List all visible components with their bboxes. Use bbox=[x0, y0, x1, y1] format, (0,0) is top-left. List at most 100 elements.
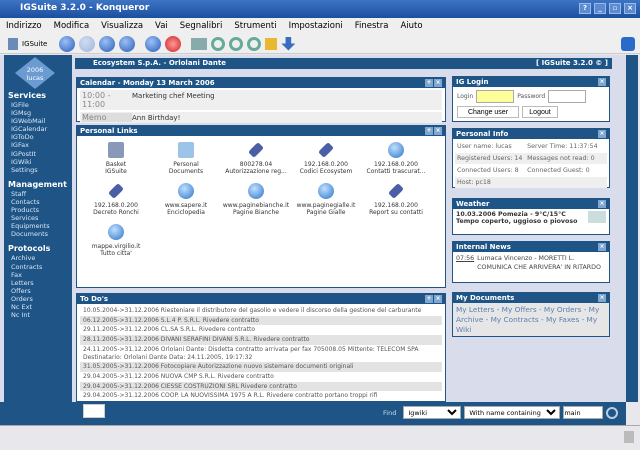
search-icon[interactable] bbox=[606, 406, 619, 419]
postit-icon[interactable] bbox=[83, 404, 105, 418]
menu-item-finestra[interactable]: Finestra bbox=[355, 21, 389, 31]
todo-item[interactable]: 10.05.2004->31.12.2006 Riesteniare il di… bbox=[80, 306, 442, 316]
todo-item[interactable]: 06.12.2005->31.12.2006 S.L.4 P. S.R.L. R… bbox=[80, 315, 442, 326]
sidebar-item-services[interactable]: Services bbox=[11, 214, 72, 222]
sidebar-item-igfile[interactable]: IGFile bbox=[11, 101, 72, 109]
login-input[interactable] bbox=[476, 90, 515, 103]
sidebar-item-settings[interactable]: Settings bbox=[11, 166, 72, 174]
personal-link[interactable]: www.sapere.it Enciclopedia bbox=[151, 183, 221, 216]
zoom-in-icon[interactable] bbox=[229, 36, 244, 51]
personal-link[interactable]: Personal Documents bbox=[151, 142, 221, 175]
logout-button[interactable]: Logout bbox=[522, 106, 558, 118]
todo-item[interactable]: 24.11.2005->31.12.2006 Orlolani Dante: D… bbox=[80, 345, 442, 362]
weather-cloudy-icon bbox=[588, 211, 606, 223]
personal-link[interactable]: Basket IGSuite bbox=[81, 142, 151, 175]
menu-item-strumenti[interactable]: Strumenti bbox=[234, 21, 276, 31]
reload-icon[interactable] bbox=[145, 35, 162, 52]
todo-item[interactable]: 31.05.2005->31.12.2006 Fotocopiare Autor… bbox=[80, 362, 442, 372]
close-icon[interactable]: × bbox=[598, 294, 606, 302]
minimize-button[interactable]: _ bbox=[594, 3, 606, 14]
sidebar-item-igmsg[interactable]: IGMsg bbox=[11, 109, 72, 117]
close-icon[interactable]: × bbox=[434, 79, 442, 87]
sidebar-item-nc-int[interactable]: Nc Int bbox=[11, 311, 72, 319]
sidebar-item-igcalendar[interactable]: IGCalendar bbox=[11, 125, 72, 133]
personal-link[interactable]: 192.168.0.200 Report su contatti bbox=[361, 183, 431, 216]
sidebar-item-igwiki[interactable]: IGWiki bbox=[11, 158, 72, 166]
personal-link[interactable]: www.paginegialle.it Pagine Gialle bbox=[291, 183, 361, 216]
todo-item[interactable]: 29.04.2005->31.12.2006 CIESSE COSTRUZION… bbox=[80, 381, 442, 392]
print-icon[interactable] bbox=[191, 37, 208, 50]
find-icon[interactable] bbox=[211, 36, 226, 51]
home-icon[interactable] bbox=[119, 35, 136, 52]
sidebar-item-products[interactable]: Products bbox=[11, 206, 72, 214]
sidebar-item-equipments[interactable]: Equipments bbox=[11, 222, 72, 230]
documents-links[interactable]: My Letters - My Offers - My Orders - My … bbox=[453, 303, 609, 337]
maximize-button[interactable]: ▫ bbox=[609, 3, 621, 14]
close-icon[interactable]: × bbox=[434, 127, 442, 135]
menu-item-modifica[interactable]: Modifica bbox=[54, 21, 90, 31]
close-icon[interactable]: × bbox=[598, 130, 606, 138]
sidebar-item-contracts[interactable]: Contracts bbox=[11, 263, 72, 271]
module-select[interactable]: Igwiki bbox=[403, 406, 462, 419]
sidebar-item-staff[interactable]: Staff bbox=[11, 190, 72, 198]
expand-icon[interactable]: + bbox=[425, 295, 433, 303]
zoom-out-icon[interactable] bbox=[247, 36, 262, 51]
sidebar-item-fax[interactable]: Fax bbox=[11, 271, 72, 279]
sidebar-item-orders[interactable]: Orders bbox=[11, 295, 72, 303]
todo-item[interactable]: 29.04.2005->31.12.2006 NUOVA CMP S.R.L. … bbox=[80, 372, 442, 382]
menu-item-impostazioni[interactable]: Impostazioni bbox=[289, 21, 343, 31]
help-button[interactable]: ? bbox=[579, 3, 591, 14]
weather-panel: Weather × 10.03.2006 Pomezia - 9°C/15°C T… bbox=[452, 198, 610, 235]
expand-icon[interactable]: + bbox=[425, 79, 433, 87]
todo-item[interactable]: 29.11.2005->31.12.2006 CL.SA S.R.L. Rive… bbox=[80, 325, 442, 335]
news-time[interactable]: 07:56 bbox=[456, 254, 474, 272]
stop-icon[interactable] bbox=[165, 35, 182, 52]
sidebar-item-archive[interactable]: Archive bbox=[11, 254, 72, 262]
menu-item-visualizza[interactable]: Visualizza bbox=[101, 21, 143, 31]
forward-icon[interactable] bbox=[79, 35, 96, 52]
download-icon[interactable] bbox=[281, 36, 296, 51]
mode-select[interactable]: With name containing bbox=[464, 406, 561, 419]
sidebar-item-offers[interactable]: Offers bbox=[11, 287, 72, 295]
expand-icon[interactable]: + bbox=[425, 127, 433, 135]
link-url: mappe.virgilio.it bbox=[91, 243, 141, 250]
password-input[interactable] bbox=[548, 90, 587, 103]
close-icon[interactable]: × bbox=[598, 78, 606, 86]
change-user-button[interactable]: Change user bbox=[457, 106, 519, 118]
sidebar: Services IGFile IGMsg IGWebMail IGCalendar IG… bbox=[4, 55, 72, 402]
sidebar-item-letters[interactable]: Letters bbox=[11, 279, 72, 287]
todo-item[interactable]: 29.04.2005->31.12.2006 COOP. LA NUOVISSI… bbox=[80, 391, 442, 401]
event-title[interactable]: Marketing chef Meeting bbox=[132, 92, 215, 109]
close-icon[interactable]: × bbox=[598, 200, 606, 208]
personal-link[interactable]: 192.168.0.200 Contatti trascurat... bbox=[361, 142, 431, 175]
personal-link[interactable]: 800278.04 Autorizzazione reg... bbox=[221, 142, 291, 175]
sidebar-item-contacts[interactable]: Contacts bbox=[11, 198, 72, 206]
personal-link[interactable]: 192.168.0.200 Decreto Ronchi bbox=[81, 183, 151, 216]
menu-item-indirizzo[interactable]: Indirizzo bbox=[6, 21, 42, 31]
todo-item[interactable]: 28.11.2005->31.12.2006 DIVANI SERAFINI D… bbox=[80, 335, 442, 345]
close-icon[interactable]: × bbox=[434, 295, 442, 303]
news-text[interactable]: Lumaca Vincenzo - MORETTI L. COMUNICA CH… bbox=[477, 254, 606, 272]
up-icon[interactable] bbox=[99, 35, 116, 52]
igsuite-button[interactable]: IGSuite bbox=[22, 40, 47, 48]
personal-link[interactable]: www.paginebianche.it Pagine Bianche bbox=[221, 183, 291, 216]
personal-link[interactable]: mappe.virgilio.it Tutto citta' bbox=[81, 224, 151, 257]
sidebar-item-nc-ext[interactable]: Nc Ext bbox=[11, 303, 72, 311]
menu-item-aiuto[interactable]: Aiuto bbox=[400, 21, 422, 31]
menu-item-vai[interactable]: Vai bbox=[155, 21, 168, 31]
konqueror-gear-icon[interactable] bbox=[621, 36, 635, 51]
menu-item-segnalibri[interactable]: Segnalibri bbox=[180, 21, 223, 31]
sidebar-item-igpostit[interactable]: IGPostIt bbox=[11, 150, 72, 158]
sidebar-item-igfax[interactable]: IGFax bbox=[11, 141, 72, 149]
sidebar-item-documents[interactable]: Documents bbox=[11, 230, 72, 238]
vertical-scrollbar[interactable] bbox=[626, 55, 638, 402]
sidebar-item-igtodo[interactable]: IGToDo bbox=[11, 133, 72, 141]
personal-link[interactable]: 192.168.0.200 Codici Ecosystem bbox=[291, 142, 361, 175]
back-icon[interactable] bbox=[59, 35, 76, 52]
close-button[interactable]: × bbox=[624, 3, 636, 14]
sidebar-item-igwebmail[interactable]: IGWebMail bbox=[11, 117, 72, 125]
sidebar-section-title: Management bbox=[8, 179, 67, 189]
search-input[interactable] bbox=[563, 406, 604, 419]
close-icon[interactable]: × bbox=[598, 243, 606, 251]
lock-icon[interactable] bbox=[265, 37, 278, 50]
